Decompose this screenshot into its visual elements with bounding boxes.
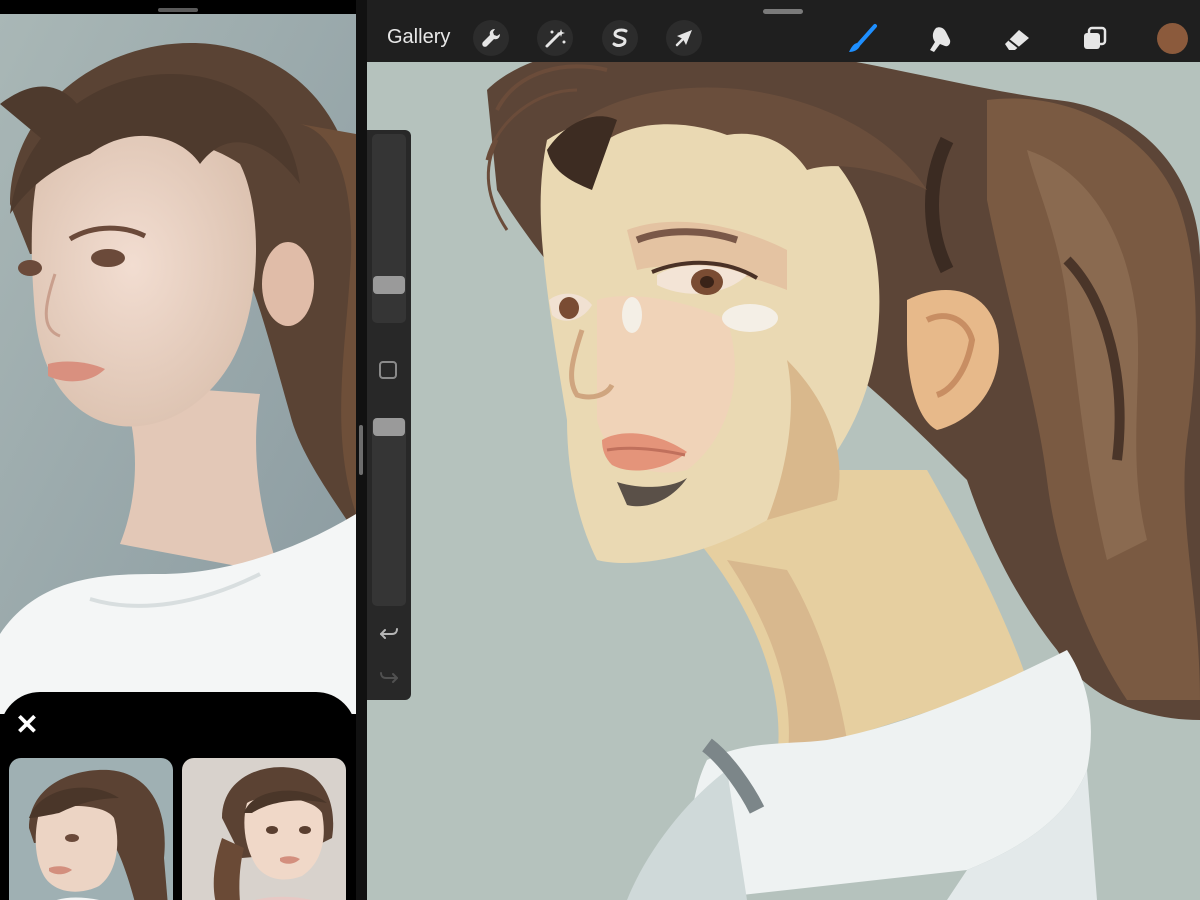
selection-s-icon xyxy=(612,28,628,47)
reference-photo xyxy=(0,14,356,714)
toolbar-grabber-handle[interactable] xyxy=(763,9,803,14)
eraser-tool-button[interactable] xyxy=(999,22,1035,58)
reference-panel: ✕ xyxy=(0,0,356,900)
close-reference-button[interactable]: ✕ xyxy=(12,710,42,740)
reference-grabber-handle[interactable] xyxy=(158,8,198,12)
adjustments-button[interactable] xyxy=(537,20,573,56)
arrow-cursor-icon xyxy=(675,30,692,47)
gallery-button[interactable]: Gallery xyxy=(387,26,450,49)
opacity-slider[interactable] xyxy=(372,418,406,606)
color-picker-swatch[interactable] xyxy=(1157,23,1188,54)
eraser-icon xyxy=(1005,30,1029,50)
smudge-tool-button[interactable] xyxy=(922,22,958,58)
reference-thumbnail-2[interactable] xyxy=(182,758,346,900)
drawing-canvas[interactable] xyxy=(367,0,1200,900)
wrench-icon xyxy=(482,29,500,47)
reference-image-tray: ✕ xyxy=(0,692,356,900)
split-view-handle[interactable] xyxy=(359,425,363,475)
brush-size-thumb[interactable] xyxy=(373,276,405,294)
layers-icon xyxy=(1084,26,1107,49)
selection-button[interactable] xyxy=(602,20,638,56)
brush-sidebar xyxy=(367,130,411,700)
brush-tool-button[interactable] xyxy=(845,22,881,58)
undo-arrow-icon xyxy=(380,628,398,639)
redo-arrow-icon xyxy=(380,672,398,683)
painting-artwork xyxy=(367,0,1200,900)
transform-button[interactable] xyxy=(666,20,702,56)
smudge-icon xyxy=(930,27,951,52)
brush-size-slider[interactable] xyxy=(372,134,406,323)
undo-button[interactable] xyxy=(377,622,401,646)
brush-icon xyxy=(849,24,877,52)
magic-wand-icon xyxy=(545,29,566,48)
modify-square-button[interactable] xyxy=(379,361,397,379)
actions-button[interactable] xyxy=(473,20,509,56)
top-toolbar: Gallery xyxy=(367,0,1200,62)
redo-button[interactable] xyxy=(377,666,401,690)
layers-button[interactable] xyxy=(1077,22,1113,58)
opacity-thumb[interactable] xyxy=(373,418,405,436)
reference-thumbnail-1[interactable] xyxy=(9,758,173,900)
